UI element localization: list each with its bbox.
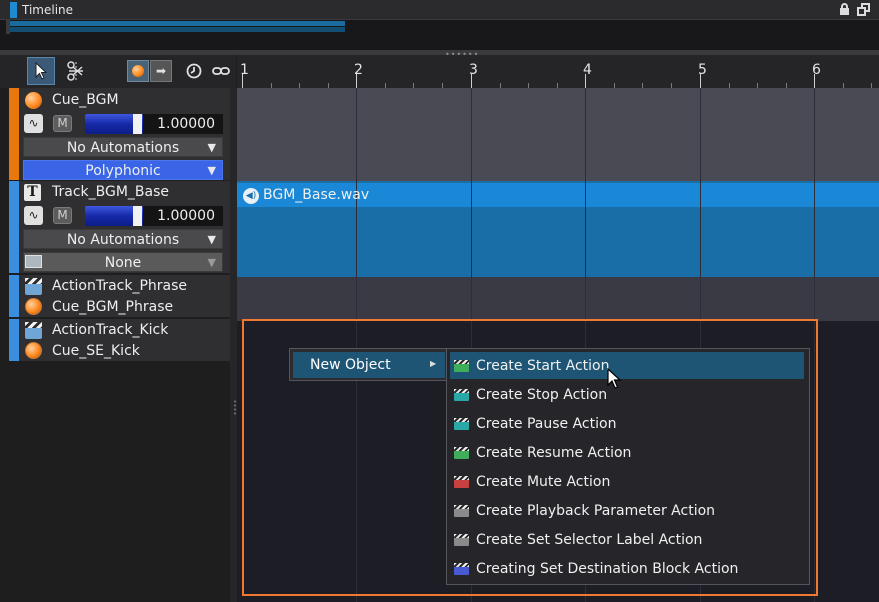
mouse-pointer-icon (607, 368, 622, 389)
action-track-cue: Cue_BGM_Phrase (52, 299, 174, 315)
submenu (446, 348, 810, 585)
automation-dropdown[interactable]: No Automations ▼ (23, 229, 223, 249)
waveform-icon[interactable]: ∿ (24, 206, 43, 225)
arrow-right-box-icon: ➡ (155, 64, 167, 78)
ruler-label: 6 (812, 62, 821, 78)
window-title: Timeline (22, 3, 74, 17)
volume-slider-thumb[interactable] (133, 206, 142, 226)
volume-value[interactable]: 1.00000 (143, 114, 223, 134)
track-accent-strip (9, 181, 19, 273)
clock-tool-button[interactable] (180, 57, 208, 85)
ruler-label: 4 (583, 62, 592, 78)
mute-button[interactable]: M (53, 115, 72, 132)
action-clapper-icon (454, 476, 469, 488)
track-name: Track_BGM_Base (52, 184, 170, 200)
automation-dropdown[interactable]: No Automations ▼ (23, 137, 223, 157)
submenu-item[interactable]: Create Pause Action (476, 416, 616, 432)
mute-button[interactable]: M (53, 207, 72, 224)
clapper-icon (25, 278, 42, 295)
title-accent-strip (10, 2, 17, 18)
cut-tool-button[interactable] (62, 57, 90, 85)
time-ruler[interactable] (237, 55, 879, 88)
audio-clip-icon: ◀) (243, 188, 259, 204)
dropdown-arrow-icon: ▼ (207, 164, 216, 177)
select-tool-button[interactable] (27, 57, 55, 85)
clip-label: BGM_Base.wav (263, 187, 370, 203)
automation-label: No Automations (66, 140, 180, 156)
scissors-icon (67, 61, 83, 81)
playback-mode-dropdown[interactable]: Polyphonic ▼ (23, 160, 223, 180)
cue-link-icon (25, 298, 42, 315)
ruler-label: 3 (469, 62, 478, 78)
submenu-item[interactable]: Create Set Selector Label Action (476, 532, 702, 548)
action-clapper-icon (454, 505, 469, 517)
action-clapper-icon (454, 389, 469, 401)
timeline-lane-action-phrase[interactable] (237, 277, 879, 321)
submenu-item[interactable]: Create Resume Action (476, 445, 631, 461)
menu-item-label: New Object (310, 357, 391, 373)
cue-ball-tool-button[interactable] (127, 60, 149, 82)
submenu-item[interactable]: Create Start Action (476, 358, 609, 374)
orange-ball-icon (132, 65, 144, 77)
track-accent-strip (9, 319, 19, 361)
ruler-label: 5 (698, 62, 707, 78)
track-t-icon: T (24, 184, 41, 201)
lock-icon[interactable] (838, 3, 851, 16)
track-accent-strip (9, 275, 19, 317)
selector-tag-icon (25, 255, 42, 268)
link-tool-button[interactable] (207, 57, 235, 85)
dropdown-arrow-icon: ▼ (207, 233, 216, 246)
cue-ball-icon (25, 92, 42, 109)
restore-window-icon[interactable] (857, 3, 870, 16)
volume-value[interactable]: 1.00000 (143, 206, 223, 226)
title-bar (0, 0, 879, 20)
dropdown-arrow-icon: ▼ (207, 141, 216, 154)
cursor-arrow-icon (35, 62, 48, 80)
timeline-lane-cue-bgm[interactable] (237, 88, 879, 181)
cue-link-icon (25, 342, 42, 359)
waveform-icon[interactable]: ∿ (24, 114, 43, 133)
volume-slider-thumb[interactable] (133, 114, 142, 134)
ruler-label: 2 (354, 62, 363, 78)
action-clapper-icon (454, 418, 469, 430)
track-name: Cue_BGM (52, 92, 119, 108)
submenu-item[interactable]: Create Stop Action (476, 387, 607, 403)
submenu-item[interactable]: Create Mute Action (476, 474, 610, 490)
action-clapper-icon (454, 447, 469, 459)
action-clapper-icon (454, 563, 469, 575)
selector-dropdown[interactable]: None ▼ (23, 252, 223, 272)
clapper-icon (25, 322, 42, 339)
link-icon (212, 67, 230, 75)
clock-icon (186, 63, 202, 79)
submenu-arrow-icon: ▶ (430, 359, 437, 368)
action-track-name: ActionTrack_Kick (52, 322, 169, 338)
selector-label: None (104, 255, 142, 271)
submenu-item[interactable]: Create Playback Parameter Action (476, 503, 715, 519)
action-track-cue: Cue_SE_Kick (52, 343, 140, 359)
overview-clip-bar (10, 21, 345, 26)
action-clapper-icon (454, 534, 469, 546)
panel-splitter[interactable] (230, 88, 237, 602)
overview-clip-bar-lower (10, 27, 345, 32)
track-accent-strip (9, 88, 19, 180)
arrow-right-tool-button[interactable]: ➡ (150, 60, 172, 82)
submenu-item[interactable]: Creating Set Destination Block Action (476, 561, 738, 577)
dropdown-arrow-icon: ▼ (207, 256, 216, 269)
action-clapper-icon (454, 360, 469, 372)
automation-label: No Automations (66, 232, 180, 248)
playback-mode-label: Polyphonic (85, 163, 161, 179)
ruler-label: 1 (240, 62, 249, 78)
action-track-name: ActionTrack_Phrase (52, 278, 188, 294)
